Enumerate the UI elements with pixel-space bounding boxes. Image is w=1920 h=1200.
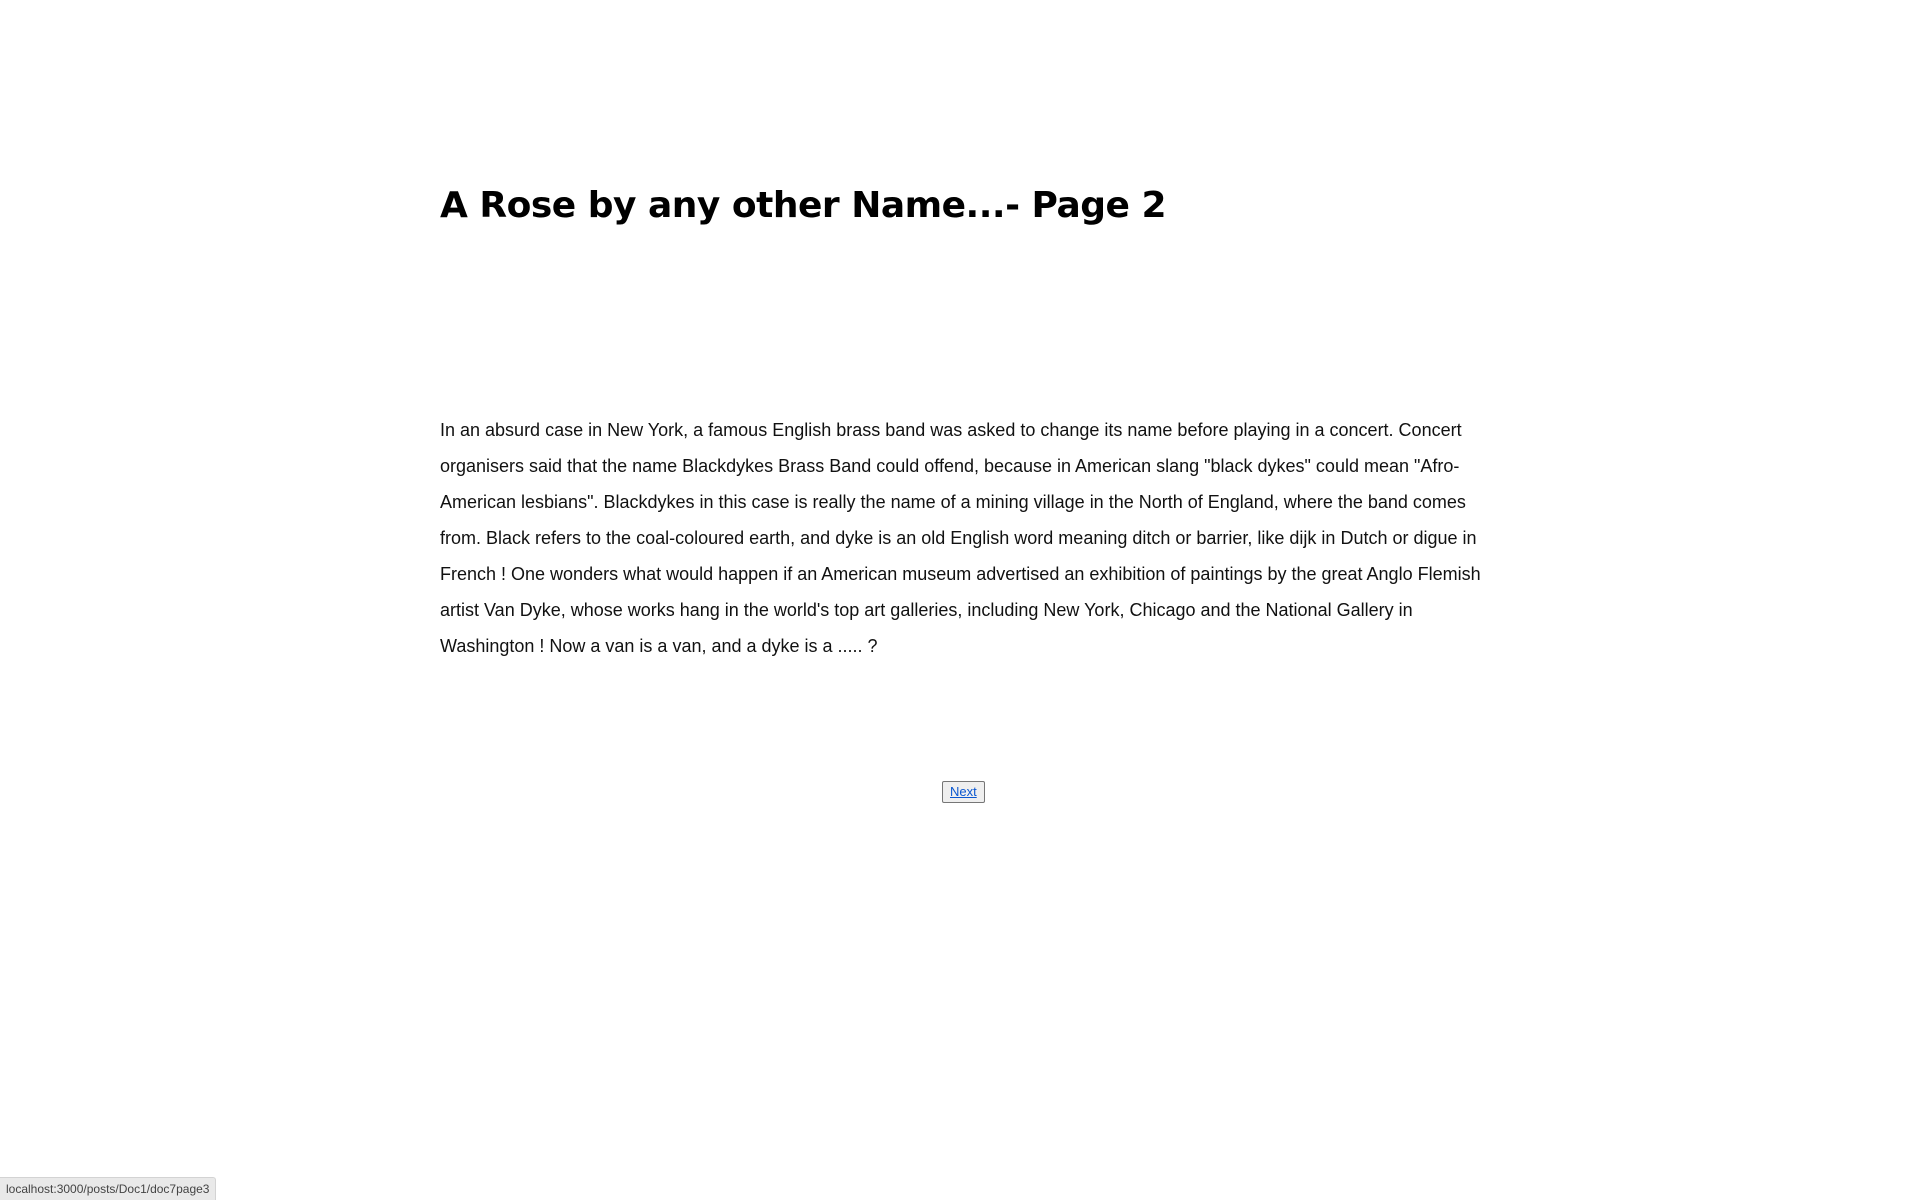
page: A Rose by any other Name...- Page 2 In a…	[0, 0, 1920, 1200]
next-button-container: Next	[942, 781, 985, 803]
status-bar-url: localhost:3000/posts/Doc1/doc7page3	[0, 1177, 217, 1200]
article-body: In an absurd case in New York, a famous …	[440, 420, 1481, 656]
content-area: A Rose by any other Name...- Page 2	[440, 160, 1500, 252]
page-title: A Rose by any other Name...- Page 2	[440, 185, 1167, 226]
next-link[interactable]: Next	[950, 784, 977, 799]
next-button[interactable]: Next	[942, 781, 985, 803]
